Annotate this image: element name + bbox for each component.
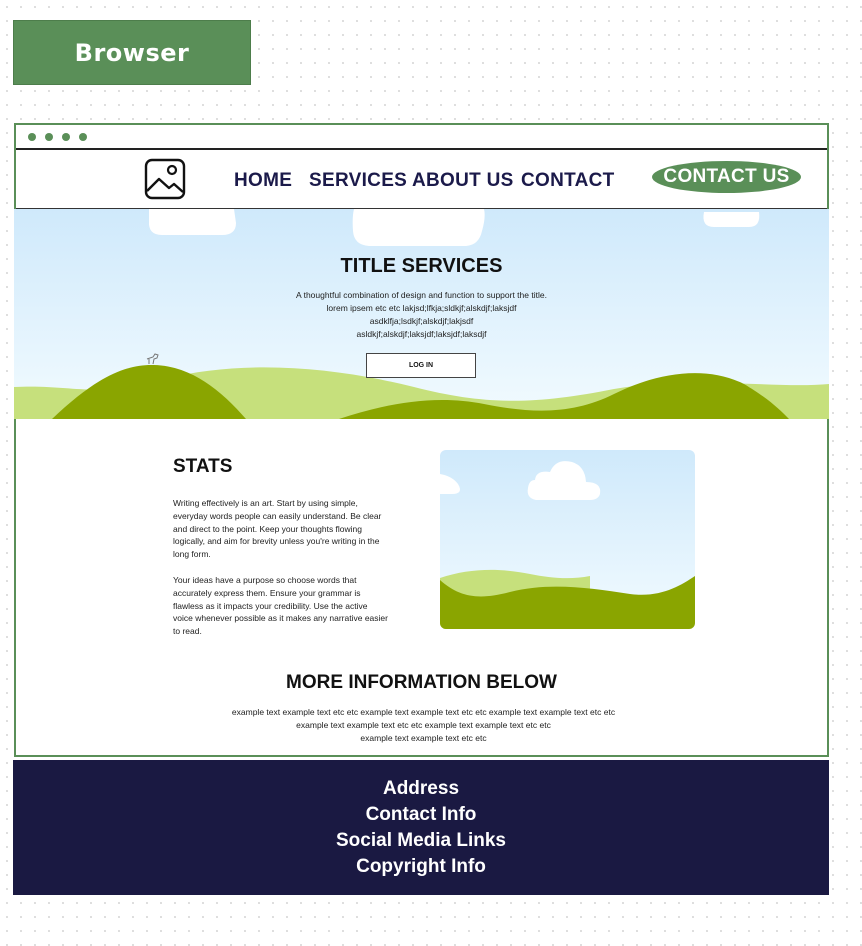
contact-us-button[interactable]: CONTACT US [652,161,801,193]
browser-window: HOME SERVICES ABOUT US CONTACT CONTACT U… [14,123,829,757]
window-dot[interactable] [28,132,36,141]
hero-section: TITLE SERVICES A thoughtful combination … [14,209,829,419]
nav-home[interactable]: HOME [234,170,292,192]
footer-contact-info-link[interactable]: Contact Info [366,802,477,828]
footer-address-link[interactable]: Address [383,776,459,802]
nav-about-us[interactable]: ABOUT US [412,170,514,192]
image-placeholder-icon[interactable] [144,158,186,200]
more-info-title: MORE INFORMATION BELOW [286,672,557,693]
stats-landscape-image [440,450,695,629]
hero-title: TITLE SERVICES [340,255,503,277]
hero-description: A thoughtful combination of design and f… [296,290,547,339]
site-navbar: HOME SERVICES ABOUT US CONTACT CONTACT U… [16,150,827,209]
window-dot[interactable] [79,132,87,141]
browser-toolbar [16,125,827,150]
nav-contact[interactable]: CONTACT [521,170,615,192]
footer-copyright-info[interactable]: Copyright Info [356,854,486,880]
stats-paragraph-1: Writing effectively is an art. Start by … [173,498,382,560]
nav-services[interactable]: SERVICES [309,170,407,192]
stats-title: STATS [173,456,233,477]
window-dot[interactable] [62,132,70,141]
site-footer: Address Contact Info Social Media Links … [13,760,829,895]
more-info-text: example text example text etc etc exampl… [231,707,616,743]
window-dot[interactable] [45,132,53,141]
stats-paragraph-2: Your ideas have a purpose so choose word… [173,575,388,637]
footer-social-media-link[interactable]: Social Media Links [336,828,506,854]
login-button[interactable]: LOG IN [366,353,476,378]
browser-label: Browser [13,20,251,85]
